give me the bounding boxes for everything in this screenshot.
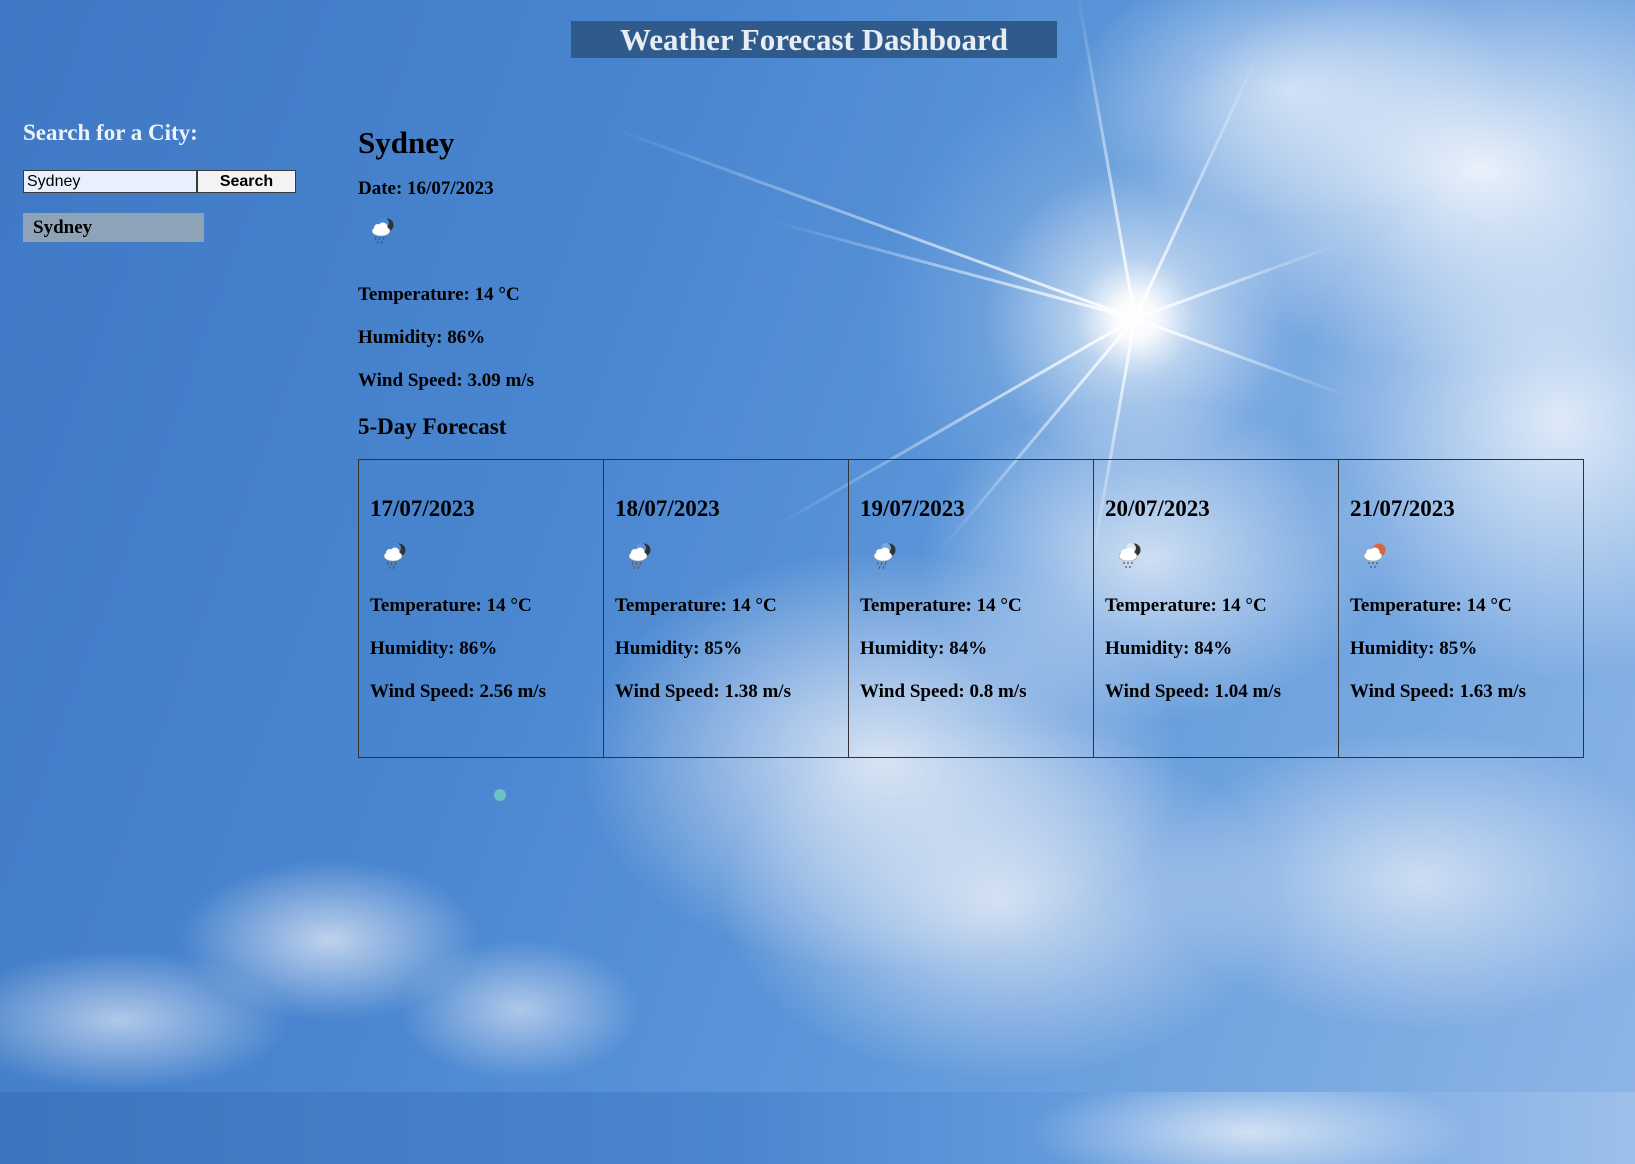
forecast-title: 5-Day Forecast	[358, 414, 507, 439]
rain-cloud-moon-icon	[370, 541, 603, 581]
forecast-card: 20/07/2023 Temperature: 14 °C Humidity: …	[1093, 459, 1339, 758]
page-bottom-background	[0, 1092, 1635, 1164]
forecast-date: 20/07/2023	[1105, 496, 1210, 521]
forecast-date: 18/07/2023	[615, 496, 720, 521]
forecast-card: 17/07/2023 Temperature: 14 °C Humidity: …	[358, 459, 604, 758]
forecast-wind-speed: Wind Speed: 0.8 m/s	[860, 681, 1027, 702]
current-humidity: Humidity: 86%	[358, 327, 486, 348]
forecast-temperature: Temperature: 14 °C	[1350, 595, 1512, 616]
light-rain-moon-icon	[1105, 541, 1338, 581]
light-rain-sun-icon	[1350, 541, 1583, 581]
forecast-humidity: Humidity: 85%	[1350, 638, 1478, 659]
forecast-date: 17/07/2023	[370, 496, 475, 521]
forecast-card: 18/07/2023 Temperature: 14 °C Humidity: …	[603, 459, 849, 758]
forecast-card: 19/07/2023 Temperature: 14 °C Humidity: …	[848, 459, 1094, 758]
forecast-row: 17/07/2023 Temperature: 14 °C Humidity: …	[358, 459, 1588, 758]
search-history: Sydney	[23, 213, 323, 242]
rain-cloud-moon-icon	[860, 541, 1093, 581]
current-wind-speed: Wind Speed: 3.09 m/s	[358, 370, 534, 391]
city-search-input[interactable]	[23, 170, 197, 193]
history-item-sydney[interactable]: Sydney	[23, 213, 204, 242]
forecast-temperature: Temperature: 14 °C	[1105, 595, 1267, 616]
current-city-name: Sydney	[358, 125, 455, 160]
forecast-wind-speed: Wind Speed: 1.63 m/s	[1350, 681, 1526, 702]
forecast-wind-speed: Wind Speed: 1.38 m/s	[615, 681, 791, 702]
forecast-humidity: Humidity: 86%	[370, 638, 498, 659]
sidebar: Search for a City: Search Sydney	[23, 118, 323, 242]
forecast-temperature: Temperature: 14 °C	[860, 595, 1022, 616]
forecast-temperature: Temperature: 14 °C	[615, 595, 777, 616]
header-bar: Weather Forecast Dashboard	[571, 21, 1057, 58]
rain-cloud-moon-icon	[358, 216, 1588, 254]
forecast-date: 21/07/2023	[1350, 496, 1455, 521]
page-title: Weather Forecast Dashboard	[619, 22, 1009, 57]
forecast-humidity: Humidity: 85%	[615, 638, 743, 659]
search-form: Search	[23, 170, 323, 193]
forecast-temperature: Temperature: 14 °C	[370, 595, 532, 616]
forecast-humidity: Humidity: 84%	[860, 638, 988, 659]
search-button[interactable]: Search	[197, 170, 296, 193]
rain-cloud-moon-icon	[615, 541, 848, 581]
search-label: Search for a City:	[23, 120, 198, 145]
forecast-date: 19/07/2023	[860, 496, 965, 521]
current-date: Date: 16/07/2023	[358, 178, 494, 199]
forecast-humidity: Humidity: 84%	[1105, 638, 1233, 659]
current-weather: Sydney Date: 16/07/2023 Temperature: 14 …	[358, 120, 1588, 392]
lens-flare	[494, 789, 506, 801]
forecast-wind-speed: Wind Speed: 1.04 m/s	[1105, 681, 1281, 702]
current-temperature: Temperature: 14 °C	[358, 284, 520, 305]
forecast-wind-speed: Wind Speed: 2.56 m/s	[370, 681, 546, 702]
forecast-card: 21/07/2023 Temperature: 14 °C Humidity: …	[1338, 459, 1584, 758]
main-content: Sydney Date: 16/07/2023 Temperature: 14 …	[358, 120, 1588, 758]
